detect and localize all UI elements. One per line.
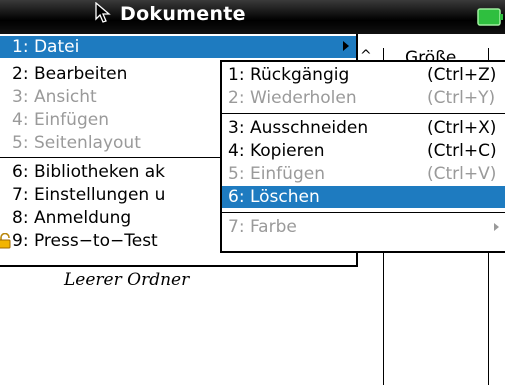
battery-icon — [477, 8, 503, 26]
submenu-item-label: 1: Rückgängig — [228, 65, 350, 85]
menu-item-label: 7: Einstellungen u — [12, 185, 166, 205]
submenu-item-ausschneiden[interactable]: 3: Ausschneiden (Ctrl+X) — [222, 117, 505, 139]
menu-item-datei[interactable]: 1: Datei — [0, 36, 356, 58]
shortcut-label: (Ctrl+V) — [427, 164, 497, 184]
menu-item-label: 3: Ansicht — [12, 87, 97, 107]
submenu-item-label: 7: Farbe — [228, 217, 297, 237]
submenu-separator — [222, 212, 505, 213]
shortcut-label: (Ctrl+Y) — [427, 88, 496, 108]
submenu-item-wiederholen: 2: Wiederholen (Ctrl+Y) — [222, 87, 505, 109]
window-title: Dokumente — [120, 3, 246, 25]
empty-folder-label: Leerer Ordner — [64, 270, 190, 290]
submenu-arrow-icon — [494, 223, 499, 231]
submenu-item-label: 2: Wiederholen — [228, 88, 357, 108]
submenu-item-farbe: 7: Farbe — [222, 216, 505, 238]
menu-item-label: 2: Bearbeiten — [12, 64, 128, 84]
submenu-item-label: 5: Einfügen — [228, 164, 325, 184]
datei-submenu: 1: Rückgängig (Ctrl+Z) 2: Wiederholen (C… — [220, 60, 505, 253]
submenu-item-label: 3: Ausschneiden — [228, 118, 369, 138]
title-bar: Dokumente — [0, 0, 505, 34]
submenu-arrow-icon — [343, 41, 349, 51]
submenu-item-loeschen[interactable]: 6: Löschen — [222, 186, 505, 208]
submenu-item-label: 4: Kopieren — [228, 141, 325, 161]
submenu-item-label: 6: Löschen — [228, 187, 320, 207]
menu-item-label: 1: Datei — [12, 37, 80, 57]
menu-item-label: 6: Bibliotheken ak — [12, 162, 166, 182]
menu-item-label: 9: Press−to−Test — [12, 231, 158, 251]
shortcut-label: (Ctrl+Z) — [427, 65, 497, 85]
submenu-item-kopieren[interactable]: 4: Kopieren (Ctrl+C) — [222, 140, 505, 162]
submenu-separator — [222, 113, 505, 114]
submenu-item-rueckgaengig[interactable]: 1: Rückgängig (Ctrl+Z) — [222, 64, 505, 86]
menu-item-label: 4: Einfügen — [12, 110, 109, 130]
shortcut-label: (Ctrl+C) — [427, 141, 497, 161]
shortcut-label: (Ctrl+X) — [427, 118, 497, 138]
handheld-screen: Dokumente Größe ^ Leerer Ordner 1: Datei… — [0, 0, 505, 385]
pointer-cursor-icon — [95, 2, 111, 23]
menu-item-label: 5: Seitenlayout — [12, 133, 141, 153]
submenu-item-einfuegen: 5: Einfügen (Ctrl+V) — [222, 163, 505, 185]
lock-icon — [0, 233, 11, 249]
menu-item-label: 8: Anmeldung — [12, 208, 132, 228]
